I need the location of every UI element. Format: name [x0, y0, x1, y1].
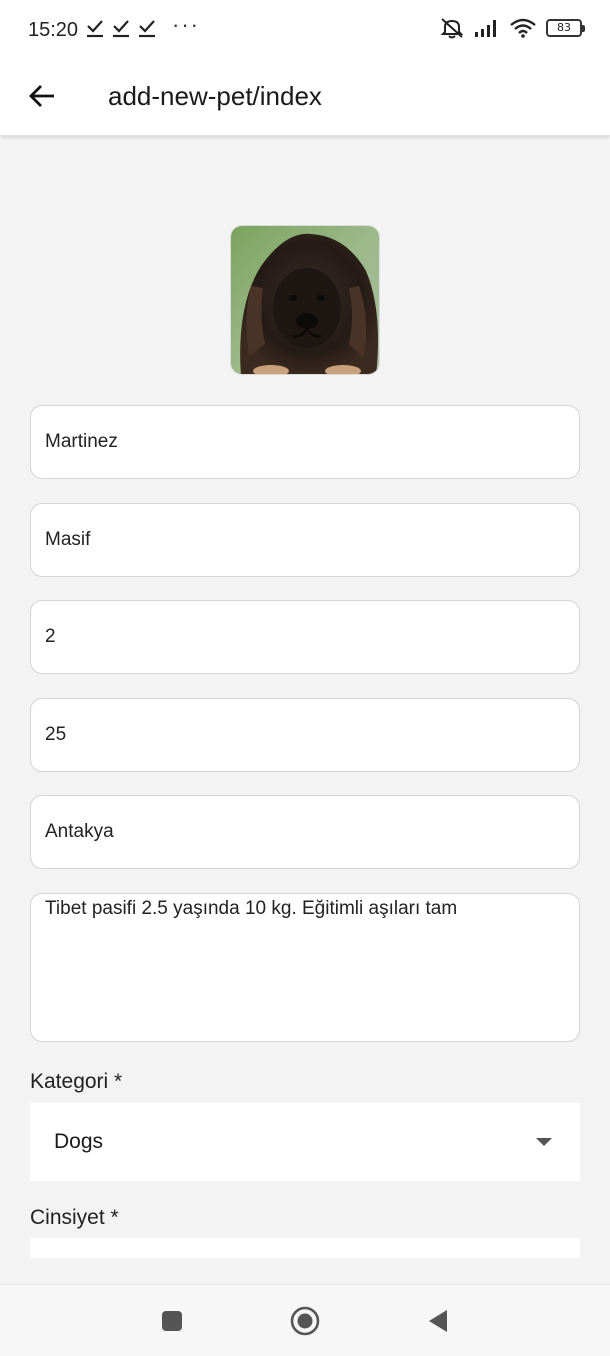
triangle-back-icon — [429, 1310, 447, 1332]
age-input[interactable] — [30, 600, 580, 674]
recents-button[interactable] — [156, 1305, 188, 1337]
gender-dropdown[interactable] — [30, 1238, 580, 1258]
check-icon — [87, 20, 103, 38]
wifi-icon — [510, 18, 536, 38]
circle-icon — [290, 1306, 320, 1336]
gender-label: Cinsiyet * — [30, 1206, 119, 1229]
page-title: add-new-pet/index — [108, 81, 322, 111]
arrow-left-icon — [29, 85, 54, 107]
system-nav-bar — [0, 1284, 610, 1356]
check-icon — [139, 20, 155, 38]
mute-icon — [440, 18, 464, 39]
status-bar: 15:20 ··· 83 — [0, 0, 610, 60]
status-notifications — [86, 18, 156, 38]
battery-level: 83 — [557, 21, 571, 34]
signal-icon — [475, 20, 496, 37]
category-selected-value: Dogs — [54, 1130, 104, 1153]
app-bar: add-new-pet/index — [0, 60, 610, 136]
status-overflow: ··· — [172, 12, 200, 37]
breed-input[interactable] — [30, 503, 580, 577]
category-dropdown[interactable]: Dogs — [30, 1103, 580, 1181]
check-icon — [113, 20, 129, 38]
category-label: Kategori * — [30, 1070, 123, 1093]
battery-icon: 83 — [546, 19, 585, 37]
square-icon — [162, 1311, 182, 1331]
pet-name-input[interactable] — [30, 405, 580, 479]
status-time: 15:20 — [28, 19, 79, 41]
caret-down-icon — [536, 1138, 552, 1146]
home-button[interactable] — [289, 1305, 321, 1337]
status-system-icons: 83 — [440, 17, 585, 39]
location-input[interactable] — [30, 795, 580, 869]
pet-photo[interactable] — [230, 225, 380, 375]
back-nav-button[interactable] — [422, 1305, 454, 1337]
weight-input[interactable] — [30, 698, 580, 772]
about-textarea[interactable]: Tibet pasifi 2.5 yaşında 10 kg. Eğitimli… — [30, 893, 580, 1042]
dog-photo-image — [231, 226, 379, 374]
back-button[interactable] — [26, 80, 58, 112]
